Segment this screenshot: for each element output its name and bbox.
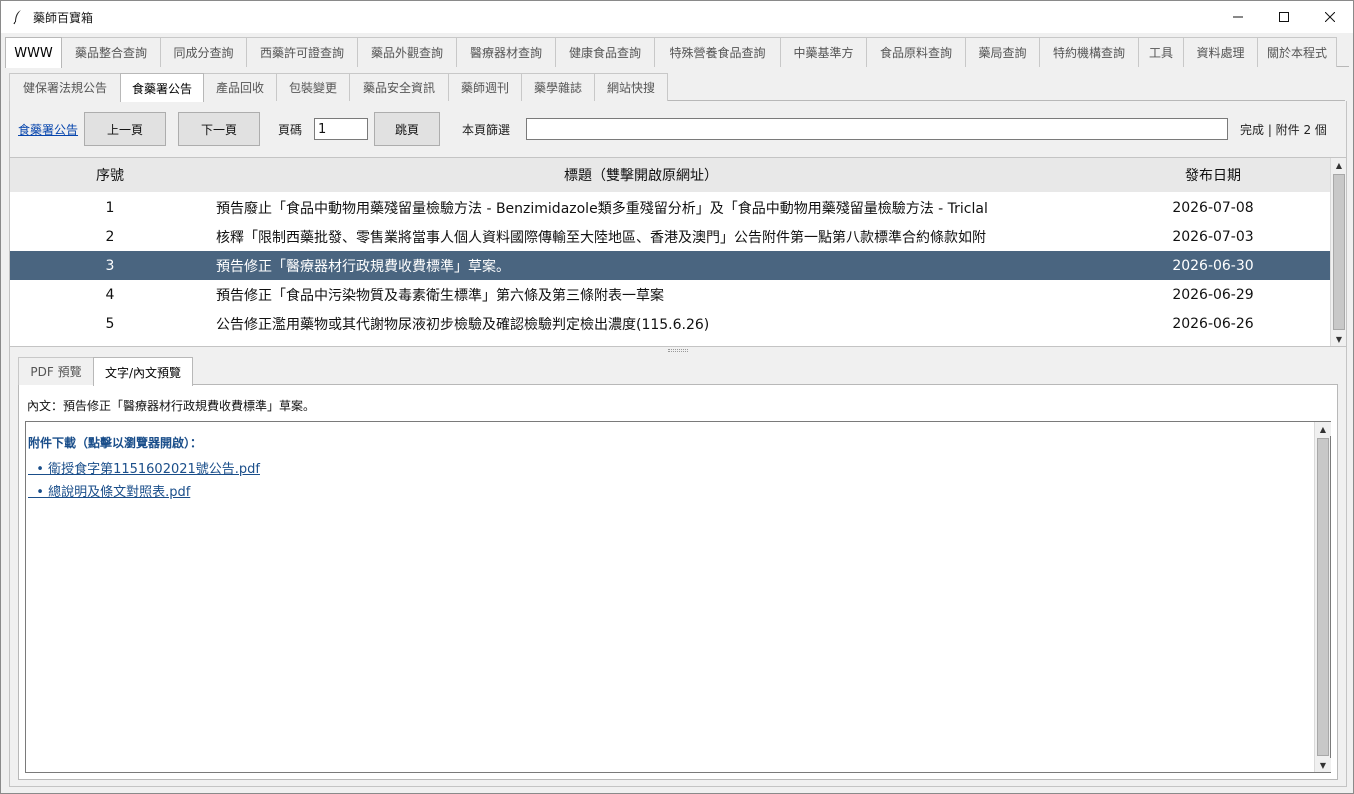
tab-license-search[interactable]: 西藥許可證查詢 — [246, 37, 358, 67]
tab-pharmacist-weekly[interactable]: 藥師週刊 — [448, 73, 522, 101]
announcements-table[interactable]: 序號 標題（雙擊開啟原網址） 發布日期 1 預告廢止「食品中動物用藥殘留量檢驗方… — [10, 157, 1346, 347]
row-date: 2026-06-30 — [1172, 257, 1254, 274]
text-preview-pane: 內文：預告修正「醫療器材行政規費收費標準」草案。 附件下載（點擊以瀏覽器開啟）：… — [18, 385, 1338, 780]
window-title: 藥師百寶箱 — [33, 10, 94, 25]
tab-drug-safety-info[interactable]: 藥品安全資訊 — [349, 73, 449, 101]
row-number: 5 — [105, 315, 115, 332]
page-label: 頁碼 — [278, 123, 303, 137]
sub-tab-bar: 健保署法規公告 食藥署公告 產品回收 包裝變更 藥品安全資訊 藥師週刊 藥學雜誌… — [9, 73, 1345, 102]
jump-page-button[interactable]: 跳頁 — [374, 112, 440, 146]
tab-packaging-change[interactable]: 包裝變更 — [276, 73, 350, 101]
app-window: 藥師百寶箱 WWW 藥品整合查詢 同成分查詢 西藥許可證查詢 藥品外觀查詢 醫療… — [0, 0, 1354, 794]
tab-data-processing[interactable]: 資料處理 — [1183, 37, 1258, 67]
toolbar: 食藥署公告 上一頁 下一頁 頁碼 跳頁 本頁篩選 完成 | 附件 2 個 — [10, 111, 1346, 147]
scroll-down-icon[interactable]: ▼ — [1331, 332, 1346, 346]
tab-health-food-search[interactable]: 健康食品查詢 — [555, 37, 655, 67]
row-date: 2026-07-03 — [1172, 228, 1254, 245]
tab-nhi-regulations[interactable]: 健保署法規公告 — [9, 73, 121, 101]
feather-icon — [11, 8, 25, 26]
tab-food-ingredient-search[interactable]: 食品原料查詢 — [866, 37, 966, 67]
tab-same-ingredient-search[interactable]: 同成分查詢 — [160, 37, 247, 67]
row-date: 2026-06-26 — [1172, 315, 1254, 332]
tab-pdf-preview[interactable]: PDF 預覽 — [18, 357, 94, 385]
tab-drug-integrated-search[interactable]: 藥品整合查詢 — [61, 37, 161, 67]
tab-product-recall[interactable]: 產品回收 — [203, 73, 277, 101]
scrollbar-thumb[interactable] — [1317, 438, 1329, 756]
fda-source-link[interactable]: 食藥署公告 — [18, 121, 78, 138]
attachments-header: 附件下載（點擊以瀏覽器開啟）： — [28, 436, 203, 450]
minimize-button[interactable] — [1215, 1, 1261, 33]
table-row[interactable]: 4 預告修正「食品中污染物質及毒素衛生標準」第六條及第三條附表一草案 2026-… — [10, 280, 1330, 309]
title-bar: 藥師百寶箱 — [1, 1, 1353, 33]
attachments-text-area[interactable]: 附件下載（點擊以瀏覽器開啟）： • 衛授食字第1151602021號公告.pdf… — [25, 421, 1331, 773]
tab-medical-device-search[interactable]: 醫療器材查詢 — [456, 37, 556, 67]
column-header-date[interactable]: 發布日期 — [1140, 158, 1286, 192]
tab-text-preview[interactable]: 文字/內文預覽 — [93, 357, 193, 386]
row-title: 預告廢止「食品中動物用藥殘留量檢驗方法 - Benzimidazole類多重殘留… — [216, 200, 988, 217]
filter-input[interactable] — [526, 118, 1228, 140]
tab-site-quick-search[interactable]: 網站快搜 — [594, 73, 668, 101]
tab-www[interactable]: WWW — [5, 37, 62, 68]
filter-label: 本頁篩選 — [462, 123, 511, 137]
announcements-pane: 食藥署公告 上一頁 下一頁 頁碼 跳頁 本頁篩選 完成 | 附件 2 個 序號 … — [9, 101, 1347, 787]
tab-fda-announcements[interactable]: 食藥署公告 — [120, 73, 204, 102]
column-header-number[interactable]: 序號 — [10, 158, 210, 192]
table-row[interactable]: 2 核釋「限制西藥批發、零售業將當事人個人資料國際傳輸至大陸地區、香港及澳門」公… — [10, 222, 1330, 251]
tab-pharmacy-journal[interactable]: 藥學雜誌 — [521, 73, 595, 101]
row-number: 1 — [105, 199, 115, 216]
table-row-selected[interactable]: 3 預告修正「醫療器材行政規費收費標準」草案。 2026-06-30 — [10, 251, 1330, 280]
scrollbar-thumb[interactable] — [1333, 174, 1345, 330]
row-date: 2026-06-29 — [1172, 286, 1254, 303]
next-page-button[interactable]: 下一頁 — [178, 112, 260, 146]
tab-pharmacy-search[interactable]: 藥局查詢 — [965, 37, 1040, 67]
status-text: 完成 | 附件 2 個 — [1240, 123, 1327, 137]
row-title: 預告修正「食品中污染物質及毒素衛生標準」第六條及第三條附表一草案 — [216, 287, 664, 304]
table-row[interactable]: 1 預告廢止「食品中動物用藥殘留量檢驗方法 - Benzimidazole類多重… — [10, 193, 1330, 222]
tab-drug-appearance-search[interactable]: 藥品外觀查詢 — [357, 37, 457, 67]
pane-splitter[interactable] — [10, 347, 1346, 353]
row-number: 2 — [105, 228, 115, 245]
table-row[interactable]: 5 公告修正濫用藥物或其代謝物尿液初步檢驗及確認檢驗判定檢出濃度(115.6.2… — [10, 309, 1330, 338]
row-title: 公告修正濫用藥物或其代謝物尿液初步檢驗及確認檢驗判定檢出濃度(115.6.26) — [216, 316, 710, 333]
tab-chinese-medicine-formula[interactable]: 中藥基準方 — [780, 37, 867, 67]
table-scrollbar[interactable]: ▲ ▼ — [1330, 158, 1346, 346]
tab-about[interactable]: 關於本程式 — [1257, 37, 1337, 67]
tab-tools[interactable]: 工具 — [1138, 37, 1184, 67]
row-title: 預告修正「醫療器材行政規費收費標準」草案。 — [216, 258, 510, 275]
main-tab-bar: WWW 藥品整合查詢 同成分查詢 西藥許可證查詢 藥品外觀查詢 醫療器材查詢 健… — [5, 37, 1349, 68]
row-date: 2026-07-08 — [1172, 199, 1254, 216]
close-button[interactable] — [1307, 1, 1353, 33]
tab-contracted-facility-search[interactable]: 特約機構查詢 — [1039, 37, 1139, 67]
preview-scrollbar[interactable]: ▲ ▼ — [1314, 422, 1331, 772]
attachment-link[interactable]: • 總說明及條文對照表.pdf — [28, 481, 190, 500]
scroll-up-icon[interactable]: ▲ — [1331, 158, 1346, 172]
maximize-icon — [1279, 12, 1289, 22]
row-number: 4 — [105, 286, 115, 303]
tab-special-nutrition-search[interactable]: 特殊營養食品查詢 — [654, 37, 781, 67]
scroll-down-icon[interactable]: ▼ — [1315, 758, 1331, 772]
attachment-link[interactable]: • 衛授食字第1151602021號公告.pdf — [28, 458, 260, 477]
row-number: 3 — [105, 257, 115, 274]
close-icon — [1325, 12, 1335, 22]
maximize-button[interactable] — [1261, 1, 1307, 33]
table-header: 序號 標題（雙擊開啟原網址） 發布日期 — [10, 158, 1330, 192]
minimize-icon — [1233, 16, 1243, 18]
prev-page-button[interactable]: 上一頁 — [84, 112, 166, 146]
preview-tab-bar: PDF 預覽 文字/內文預覽 — [18, 357, 1338, 386]
page-number-input[interactable] — [314, 118, 368, 140]
preview-body-text: 內文：預告修正「醫療器材行政規費收費標準」草案。 — [27, 399, 316, 413]
grip-icon — [668, 348, 688, 352]
row-title: 核釋「限制西藥批發、零售業將當事人個人資料國際傳輸至大陸地區、香港及澳門」公告附… — [216, 229, 986, 246]
scroll-up-icon[interactable]: ▲ — [1315, 422, 1331, 436]
